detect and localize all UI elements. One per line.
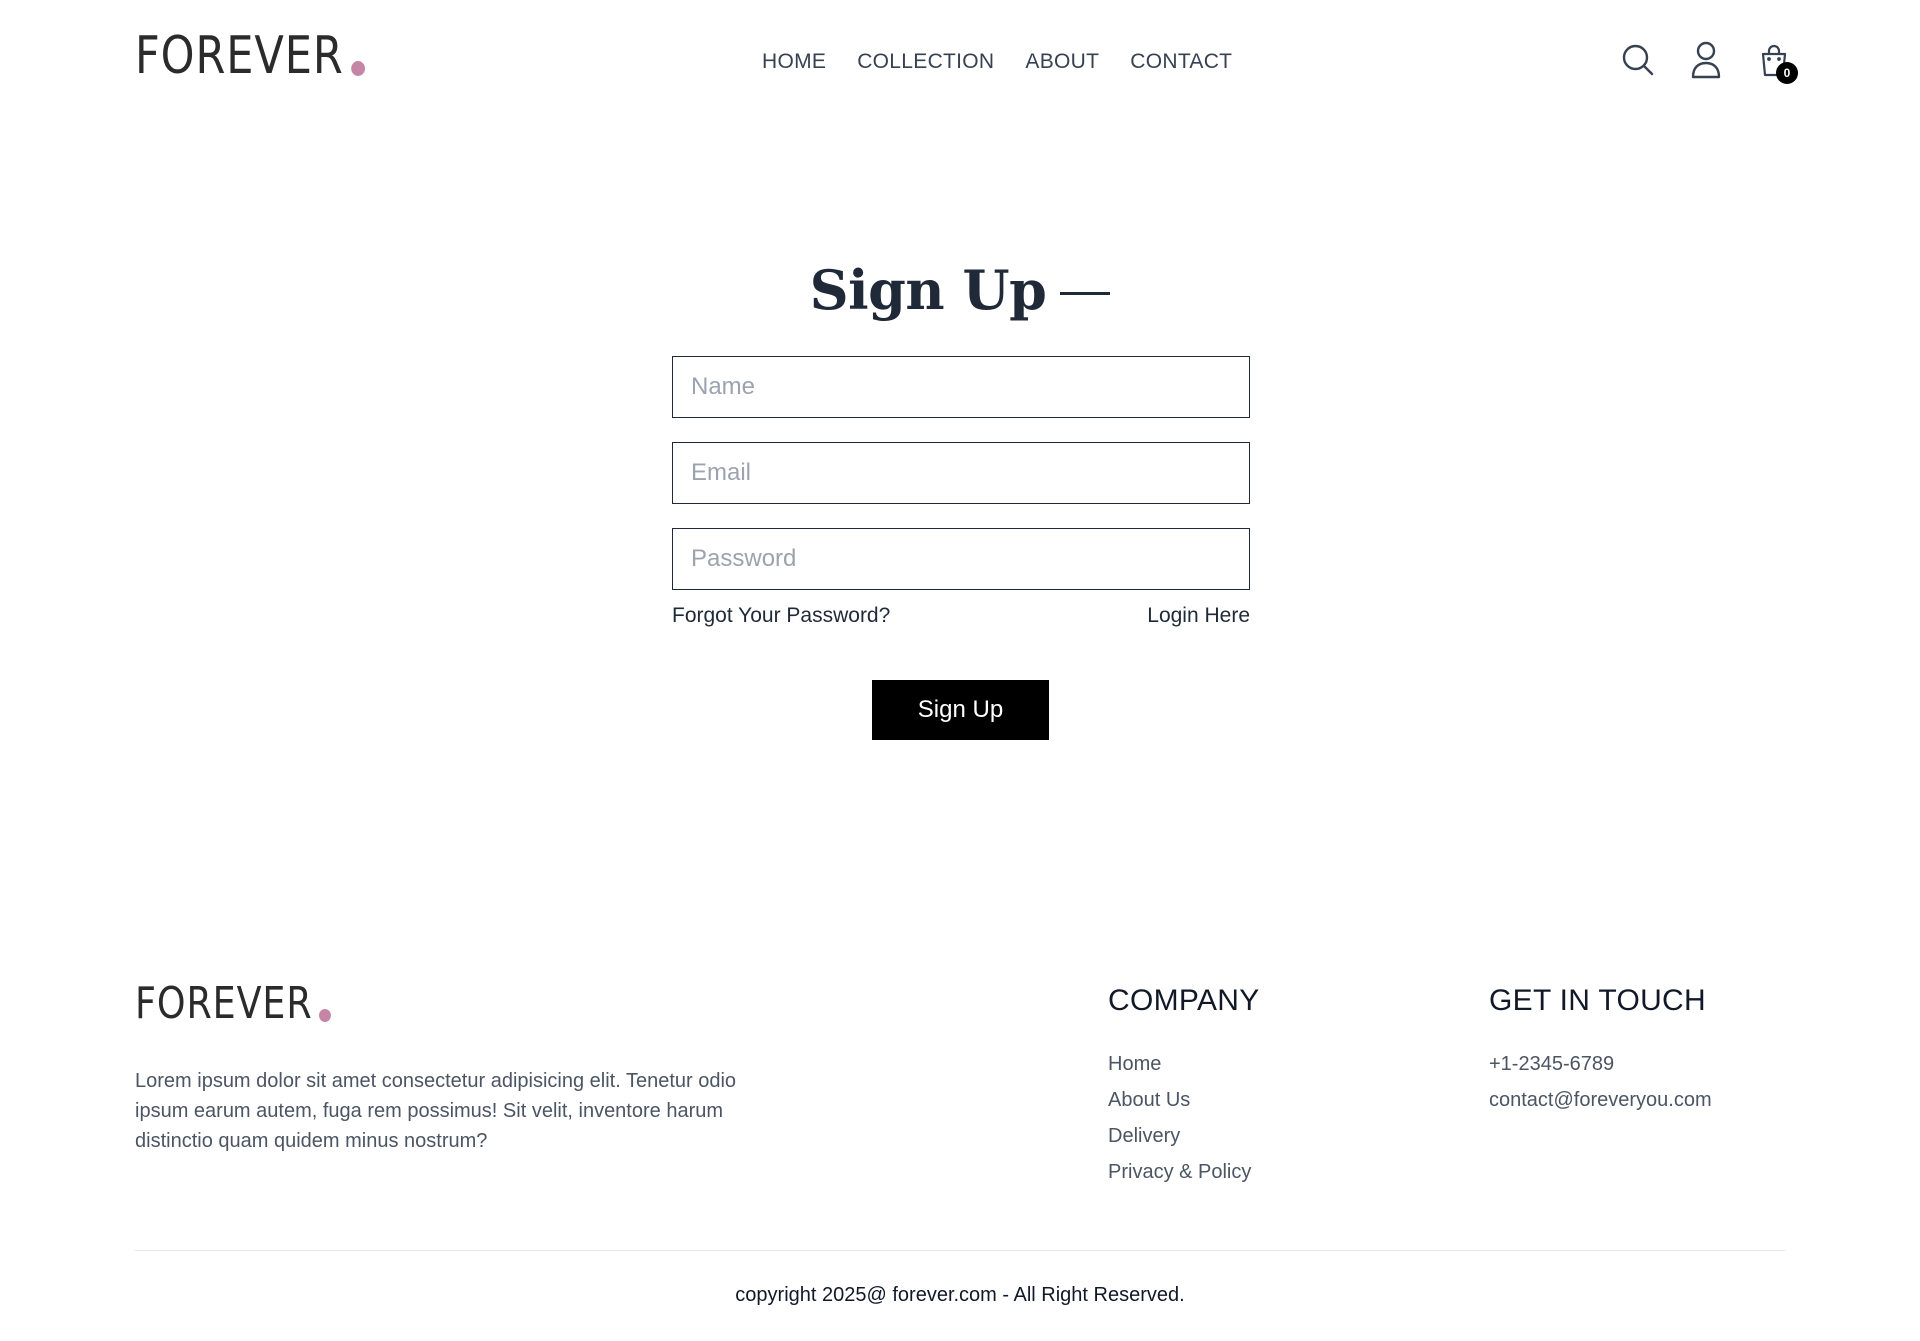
footer-contact-heading: GET IN TOUCH [1489, 984, 1706, 1017]
page-title-text: Sign Up [809, 258, 1047, 322]
site-header: FOREVER HOME COLLECTION ABOUT CONTACT 0 [0, 0, 1920, 124]
user-icon [1691, 41, 1721, 79]
nav-item-home[interactable]: HOME [762, 50, 826, 74]
footer-logo[interactable]: FOREVER [135, 982, 331, 1026]
cart-count-badge: 0 [1776, 62, 1798, 84]
name-field[interactable] [672, 356, 1250, 418]
footer-email: contact@foreveryou.com [1489, 1089, 1712, 1111]
cart-button[interactable]: 0 [1756, 40, 1798, 84]
main-nav: HOME COLLECTION ABOUT CONTACT [762, 50, 1232, 74]
footer-company-column: COMPANY Home About Us Delivery Privacy &… [1108, 984, 1260, 1190]
footer-contact-column: GET IN TOUCH +1-2345-6789 contact@foreve… [1489, 984, 1712, 1118]
footer-link-delivery[interactable]: Delivery [1108, 1118, 1260, 1154]
email-field[interactable] [672, 442, 1250, 504]
password-field[interactable] [672, 528, 1250, 590]
signup-button[interactable]: Sign Up [872, 680, 1049, 740]
signup-form: Forgot Your Password? Login Here [672, 356, 1250, 628]
search-button[interactable] [1620, 40, 1656, 80]
footer-link-privacy-policy[interactable]: Privacy & Policy [1108, 1154, 1260, 1190]
footer-logo-text: FOREVER [135, 978, 313, 1029]
logo-dot [351, 61, 365, 76]
title-dash [1060, 291, 1111, 295]
nav-item-about[interactable]: ABOUT [1025, 50, 1099, 74]
footer-company-heading: COMPANY [1108, 984, 1260, 1017]
copyright-text: copyright 2025@ forever.com - All Right … [735, 1284, 1185, 1306]
nav-item-collection[interactable]: COLLECTION [857, 50, 994, 74]
footer-divider [135, 1250, 1785, 1251]
footer-link-about-us[interactable]: About Us [1108, 1082, 1260, 1118]
footer-about-text: Lorem ipsum dolor sit amet consectetur a… [135, 1070, 737, 1152]
header-icons: 0 [1620, 40, 1798, 84]
profile-button[interactable] [1688, 40, 1724, 80]
forgot-password-link[interactable]: Forgot Your Password? [672, 604, 890, 628]
footer-link-home[interactable]: Home [1108, 1046, 1260, 1082]
nav-item-contact[interactable]: CONTACT [1130, 50, 1232, 74]
form-title-row: Sign Up [0, 258, 1920, 322]
login-link[interactable]: Login Here [1147, 604, 1250, 628]
form-links: Forgot Your Password? Login Here [672, 604, 1250, 628]
search-icon [1622, 44, 1654, 76]
brand-logo-text: FOREVER [135, 26, 344, 86]
footer-phone: +1-2345-6789 [1489, 1053, 1615, 1075]
footer-logo-dot [319, 1009, 331, 1022]
brand-logo[interactable]: FOREVER [135, 30, 365, 82]
page-title: Sign Up [810, 258, 1111, 322]
